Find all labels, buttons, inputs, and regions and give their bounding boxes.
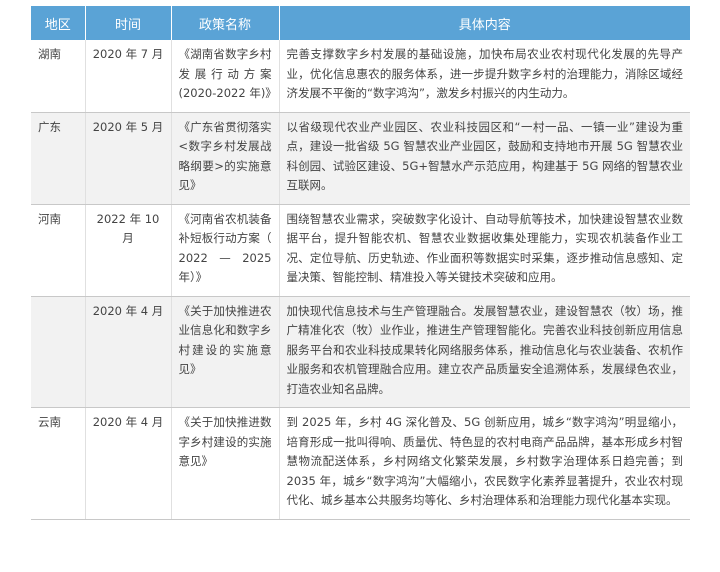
time-cell: 2020 年 7 月 (84, 40, 171, 113)
table-row: 云南 2020 年 4 月 《关于加快推进数字乡村建设的实施意见》 到 2025… (31, 407, 690, 520)
table-row: 湖南 2020 年 7 月 《湖南省数字乡村发展行动方案(2020-2022 年… (31, 40, 690, 113)
content-cell: 围绕智慧农业需求，突破数字化设计、自动导航等技术，加快建设智慧农业数据平台，提升… (278, 204, 690, 297)
header-policy-name: 政策名称 (170, 6, 279, 40)
time-cell: 2020 年 5 月 (84, 112, 171, 205)
region-cell: 河南 (31, 204, 85, 297)
time-cell: 2022 年 10 月 (84, 204, 171, 297)
header-region: 地区 (31, 6, 85, 40)
policy-name-cell: 《湖南省数字乡村发展行动方案(2020-2022 年)》 (170, 40, 279, 113)
region-cell: 广东 (31, 112, 85, 205)
table-row: 河南 2022 年 10 月 《河南省农机装备补短板行动方案（ 2022 — 2… (31, 204, 690, 297)
table-row: 2020 年 4 月 《关于加快推进农业信息化和数字乡村建设的实施意见》 加快现… (31, 296, 690, 408)
time-cell: 2020 年 4 月 (84, 296, 171, 408)
policy-name-cell: 《关于加快推进数字乡村建设的实施意见》 (170, 407, 279, 520)
table-header-row: 地区 时间 政策名称 具体内容 (31, 6, 690, 40)
header-content: 具体内容 (278, 6, 690, 40)
policy-table: 地区 时间 政策名称 具体内容 湖南 2020 年 7 月 《湖南省数字乡村发展… (31, 6, 690, 520)
region-cell: 湖南 (31, 40, 85, 113)
header-time: 时间 (84, 6, 171, 40)
region-cell: 云南 (31, 407, 85, 520)
content-cell: 加快现代信息技术与生产管理融合。发展智慧农业，建设智慧农（牧）场，推广精准化农（… (278, 296, 690, 408)
content-cell: 完善支撑数字乡村发展的基础设施，加快布局农业农村现代化发展的先导产业，优化信息惠… (278, 40, 690, 113)
policy-name-cell: 《关于加快推进农业信息化和数字乡村建设的实施意见》 (170, 296, 279, 408)
content-cell: 以省级现代农业产业园区、农业科技园区和“一村一品、一镇一业”建设为重点，建设一批… (278, 112, 690, 205)
content-cell: 到 2025 年，乡村 4G 深化普及、5G 创新应用，城乡“数字鸿沟”明显缩小… (278, 407, 690, 520)
time-cell: 2020 年 4 月 (84, 407, 171, 520)
region-cell (31, 296, 85, 408)
policy-name-cell: 《广东省贯彻落实<数字乡村发展战略纲要>的实施意见》 (170, 112, 279, 205)
table-row: 广东 2020 年 5 月 《广东省贯彻落实<数字乡村发展战略纲要>的实施意见》… (31, 112, 690, 205)
policy-name-cell: 《河南省农机装备补短板行动方案（ 2022 — 2025 年）》 (170, 204, 279, 297)
